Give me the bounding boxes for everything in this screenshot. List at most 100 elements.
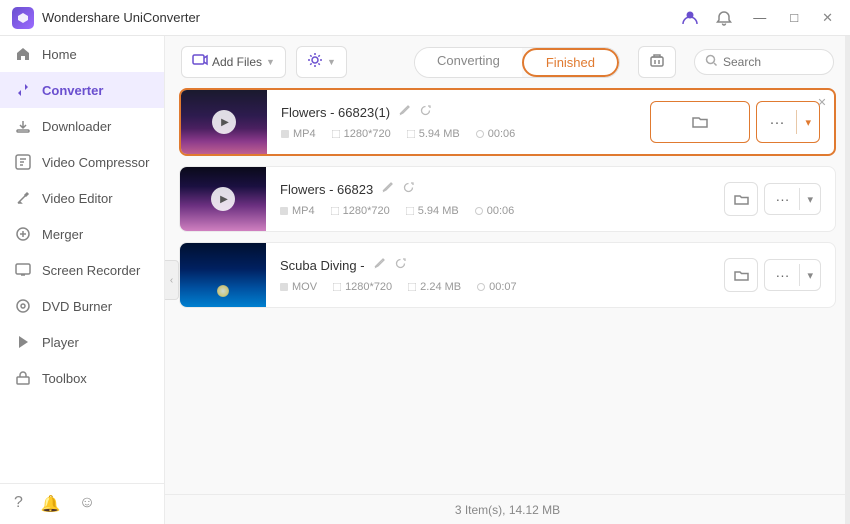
- minimize-button[interactable]: —: [748, 8, 771, 27]
- more-button-1[interactable]: ··· ▾: [756, 101, 820, 143]
- size-3: 2.24 MB: [408, 281, 461, 293]
- sidebar-label-downloader: Downloader: [42, 119, 111, 134]
- refresh-icon-2[interactable]: [402, 181, 415, 197]
- search-box: [694, 49, 834, 75]
- sidebar-item-player[interactable]: Player: [0, 324, 164, 360]
- sidebar-item-video-compressor[interactable]: Video Compressor: [0, 144, 164, 180]
- trash-button[interactable]: [638, 46, 676, 78]
- bell-icon[interactable]: 🔔: [41, 494, 61, 514]
- sidebar-item-dvd-burner[interactable]: DVD Burner: [0, 288, 164, 324]
- file-thumb-1: ▶: [181, 90, 267, 154]
- duration-1: 00:06: [476, 128, 516, 140]
- duration-2: 00:06: [475, 205, 515, 217]
- sidebar-item-home[interactable]: Home: [0, 36, 164, 72]
- format-2: MP4: [280, 205, 315, 217]
- sidebar-label-merger: Merger: [42, 227, 83, 242]
- side-accent: [845, 36, 850, 524]
- ellipsis-icon-3: ···: [765, 260, 799, 290]
- downloader-icon: [14, 117, 32, 135]
- tab-group: Converting Finished: [414, 47, 620, 78]
- format-3: MOV: [280, 281, 317, 293]
- file-name-2: Flowers - 66823: [280, 182, 373, 197]
- play-button-1[interactable]: ▶: [212, 110, 236, 134]
- sidebar-label-screen-recorder: Screen Recorder: [42, 263, 140, 278]
- sidebar-item-merger[interactable]: Merger: [0, 216, 164, 252]
- file-actions-2: ··· ▾: [710, 182, 835, 216]
- open-folder-button-1[interactable]: [650, 101, 750, 143]
- search-input[interactable]: [723, 55, 823, 69]
- help-icon[interactable]: ?: [14, 494, 23, 514]
- dvd-burner-icon: [14, 297, 32, 315]
- edit-icon-2[interactable]: [381, 181, 394, 197]
- sidebar-item-video-editor[interactable]: Video Editor: [0, 180, 164, 216]
- more-button-2[interactable]: ··· ▾: [764, 183, 821, 215]
- open-folder-button-2[interactable]: [724, 182, 758, 216]
- file-info-3: Scuba Diving - MOV: [266, 247, 710, 303]
- file-name-1: Flowers - 66823(1): [281, 105, 390, 120]
- notification-icon[interactable]: [714, 8, 734, 28]
- video-editor-icon: [14, 189, 32, 207]
- settings-icon: [307, 52, 323, 72]
- chevron-icon-1: ▾: [797, 109, 819, 136]
- file-item-2: ▶ Flowers - 66823: [179, 166, 836, 232]
- add-files-label: Add Files: [212, 55, 262, 69]
- file-name-3: Scuba Diving -: [280, 258, 365, 273]
- file-meta-2: MP4 1280*720 5.94 MB 00:06: [280, 205, 696, 217]
- file-item-1: ▶ Flowers - 66823(1): [179, 88, 836, 156]
- add-files-chevron: ▼: [266, 57, 275, 67]
- sidebar-label-video-editor: Video Editor: [42, 191, 113, 206]
- file-actions-1: ··· ▾: [636, 101, 834, 143]
- close-button-1[interactable]: ✕: [814, 94, 830, 110]
- file-list: ▶ Flowers - 66823(1): [165, 88, 850, 494]
- maximize-button[interactable]: □: [785, 8, 803, 27]
- add-files-icon: [192, 52, 208, 72]
- refresh-icon-1[interactable]: [419, 104, 432, 120]
- merger-icon: [14, 225, 32, 243]
- file-name-row-2: Flowers - 66823: [280, 181, 696, 197]
- sidebar-label-player: Player: [42, 335, 79, 350]
- settings-button[interactable]: ▼: [296, 46, 347, 78]
- collapse-handle[interactable]: ‹: [165, 260, 179, 300]
- edit-icon-3[interactable]: [373, 257, 386, 273]
- feedback-icon[interactable]: ☺: [79, 494, 95, 514]
- play-button-2[interactable]: ▶: [211, 187, 235, 211]
- sidebar-item-downloader[interactable]: Downloader: [0, 108, 164, 144]
- video-compressor-icon: [14, 153, 32, 171]
- file-name-row-3: Scuba Diving -: [280, 257, 696, 273]
- edit-icon-1[interactable]: [398, 104, 411, 120]
- size-1: 5.94 MB: [407, 128, 460, 140]
- duration-3: 00:07: [477, 281, 517, 293]
- chevron-icon-3: ▾: [800, 262, 820, 289]
- search-icon: [705, 54, 718, 70]
- sidebar-item-screen-recorder[interactable]: Screen Recorder: [0, 252, 164, 288]
- refresh-icon-3[interactable]: [394, 257, 407, 273]
- close-button[interactable]: ✕: [817, 8, 838, 28]
- app-title: Wondershare UniConverter: [42, 10, 680, 25]
- ellipsis-icon-2: ···: [765, 184, 799, 214]
- player-icon: [14, 333, 32, 351]
- toolbox-icon: [14, 369, 32, 387]
- add-files-button[interactable]: Add Files ▼: [181, 46, 286, 78]
- size-2: 5.94 MB: [406, 205, 459, 217]
- home-icon: [14, 45, 32, 63]
- status-text: 3 Item(s), 14.12 MB: [455, 503, 560, 517]
- tab-finished[interactable]: Finished: [522, 48, 619, 77]
- user-icon[interactable]: [680, 8, 700, 28]
- sidebar-item-converter[interactable]: Converter: [0, 72, 164, 108]
- screen-recorder-icon: [14, 261, 32, 279]
- tab-converting[interactable]: Converting: [415, 48, 522, 77]
- file-thumb-2: ▶: [180, 167, 266, 231]
- titlebar: Wondershare UniConverter — □ ✕: [0, 0, 850, 36]
- sidebar: Home Converter Downloader Video Compress…: [0, 36, 165, 524]
- file-info-2: Flowers - 66823 MP4: [266, 171, 710, 227]
- open-folder-button-3[interactable]: [724, 258, 758, 292]
- format-1: MP4: [281, 128, 316, 140]
- more-button-3[interactable]: ··· ▾: [764, 259, 821, 291]
- sidebar-label-video-compressor: Video Compressor: [42, 155, 149, 170]
- file-name-row-1: Flowers - 66823(1): [281, 104, 622, 120]
- sidebar-item-toolbox[interactable]: Toolbox: [0, 360, 164, 396]
- file-item-3: Scuba Diving - MOV: [179, 242, 836, 308]
- file-meta-1: MP4 1280*720 5.94 MB 00:06: [281, 128, 622, 140]
- app-logo: [12, 7, 34, 29]
- resolution-1: 1280*720: [332, 128, 391, 140]
